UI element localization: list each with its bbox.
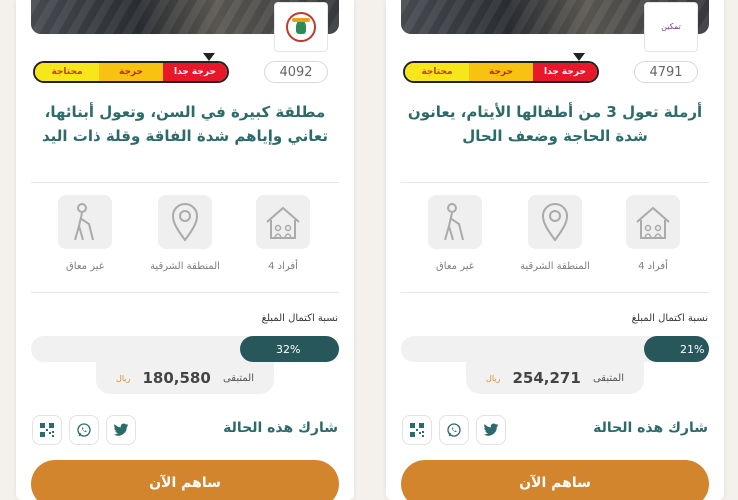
remaining-value: 254,271 xyxy=(512,369,581,387)
remaining-amount: المتبقى 180,580 ريال xyxy=(96,362,274,394)
share-qr-button[interactable] xyxy=(32,415,62,445)
case-title[interactable]: أرملة تعول 3 من أطفالها الأيتام، يعانون … xyxy=(406,100,704,148)
stat-region-label: المنطقة الشرقية xyxy=(520,261,590,272)
stat-disability: غير معاق xyxy=(410,195,500,272)
qr-code-icon xyxy=(410,423,424,437)
need-level-needy: محتاجة xyxy=(35,63,99,81)
share-twitter-button[interactable] xyxy=(476,415,506,445)
progress-label: نسبة اكتمال المبلغ xyxy=(261,313,338,324)
currency-label: ريال xyxy=(486,373,501,383)
remaining-label: المتبقى xyxy=(592,372,624,384)
divider xyxy=(31,292,339,293)
progress-label: نسبة اكتمال المبلغ xyxy=(631,313,708,324)
whatsapp-icon xyxy=(447,423,461,437)
case-id-badge: 4092 xyxy=(264,61,328,83)
remaining-label: المتبقى xyxy=(222,372,254,384)
need-level-critical: حرجة xyxy=(469,63,533,81)
need-level-pointer-icon xyxy=(203,53,215,61)
share-label: شارك هذه الحالة xyxy=(223,420,338,436)
location-pin-icon xyxy=(528,195,582,249)
stat-family-members: 4 أفراد xyxy=(608,195,698,272)
stat-disability-label: غير معاق xyxy=(66,261,104,272)
elderly-person-icon xyxy=(428,195,482,249)
charity-emblem-icon xyxy=(286,12,316,42)
divider xyxy=(31,182,339,183)
whatsapp-icon xyxy=(77,423,91,437)
need-level-very-critical: حرجة جدا xyxy=(163,63,227,81)
donate-now-button[interactable]: ساهم الآن xyxy=(401,460,709,500)
stat-region-label: المنطقة الشرقية xyxy=(150,261,220,272)
charity-logo: تمكين xyxy=(644,2,698,52)
need-level-critical: حرجة xyxy=(99,63,163,81)
stat-disability: غير معاق xyxy=(40,195,130,272)
stat-family-members: 4 أفراد xyxy=(238,195,328,272)
case-id-badge: 4791 xyxy=(634,61,698,83)
need-level-bar: حرجة جدا حرجة محتاجة xyxy=(33,61,229,83)
stat-family-members-label: 4 أفراد xyxy=(268,261,298,272)
share-label: شارك هذه الحالة xyxy=(593,420,708,436)
progress-percent: 32% xyxy=(276,342,301,356)
progress-track: 32% xyxy=(31,336,339,362)
currency-label: ريال xyxy=(116,373,131,383)
share-whatsapp-button[interactable] xyxy=(69,415,99,445)
stat-region: المنطقة الشرقية xyxy=(510,195,600,272)
case-card[interactable]: تمكين حرجة جدا حرجة محتاجة 4791 أرملة تع… xyxy=(386,0,724,500)
house-family-icon xyxy=(626,195,680,249)
share-whatsapp-button[interactable] xyxy=(439,415,469,445)
house-family-icon xyxy=(256,195,310,249)
location-pin-icon xyxy=(158,195,212,249)
share-twitter-button[interactable] xyxy=(106,415,136,445)
need-level-very-critical: حرجة جدا xyxy=(533,63,597,81)
stat-disability-label: غير معاق xyxy=(436,261,474,272)
progress-percent: 21% xyxy=(680,342,705,356)
progress-fill: 32% xyxy=(240,336,339,362)
progress-fill: 21% xyxy=(644,336,709,362)
remaining-amount: المتبقى 254,271 ريال xyxy=(466,362,644,394)
donate-now-button[interactable]: ساهم الآن xyxy=(31,460,339,500)
elderly-person-icon xyxy=(58,195,112,249)
need-level-needy: محتاجة xyxy=(405,63,469,81)
stat-region: المنطقة الشرقية xyxy=(140,195,230,272)
charity-logo-text: تمكين xyxy=(661,22,681,31)
progress-track: 21% xyxy=(401,336,709,362)
twitter-icon xyxy=(483,423,499,436)
divider xyxy=(401,292,709,293)
qr-code-icon xyxy=(40,423,54,437)
charity-logo xyxy=(274,2,328,52)
case-card[interactable]: حرجة جدا حرجة محتاجة 4092 مطلقة كبيرة في… xyxy=(16,0,354,500)
need-level-bar: حرجة جدا حرجة محتاجة xyxy=(403,61,599,83)
case-title[interactable]: مطلقة كبيرة في السن، وتعول أبنائها، تعان… xyxy=(36,100,334,148)
share-qr-button[interactable] xyxy=(402,415,432,445)
stat-family-members-label: 4 أفراد xyxy=(638,261,668,272)
twitter-icon xyxy=(113,423,129,436)
remaining-value: 180,580 xyxy=(142,369,211,387)
divider xyxy=(401,182,709,183)
need-level-pointer-icon xyxy=(573,53,585,61)
